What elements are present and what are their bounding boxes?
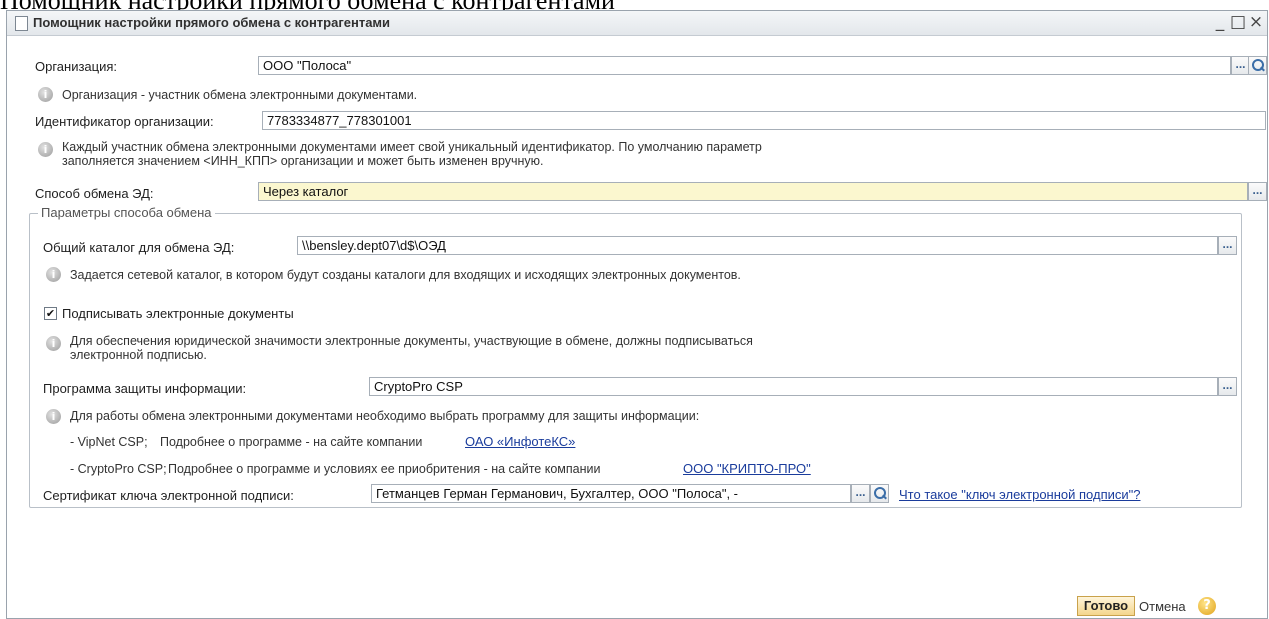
organization-label: Организация: bbox=[35, 59, 118, 74]
certificate-search-button[interactable] bbox=[870, 484, 889, 503]
certificate-select-button[interactable]: ... bbox=[851, 484, 870, 503]
organization-hint: Организация - участник обмена электронны… bbox=[62, 88, 418, 102]
info-icon: i bbox=[38, 142, 53, 157]
title-bar: Помощник настройки прямого обмена с конт… bbox=[7, 11, 1267, 36]
sign-hint-line1: Для обеспечения юридической значимости э… bbox=[70, 334, 753, 348]
sign-documents-label: Подписывать электронные документы bbox=[62, 306, 294, 321]
cryptopro-text: Подробнее о программе и условиях ее прио… bbox=[168, 462, 601, 476]
maximize-button[interactable]: □ bbox=[1229, 13, 1247, 31]
info-icon: i bbox=[38, 87, 53, 102]
close-button[interactable]: × bbox=[1247, 13, 1265, 31]
org-id-hint-line1: Каждый участник обмена электронными доку… bbox=[62, 140, 762, 154]
search-icon-handle bbox=[882, 494, 887, 500]
info-icon: i bbox=[46, 409, 61, 424]
certificate-label: Сертификат ключа электронной подписи: bbox=[43, 488, 294, 503]
crypto-program-label: Программа защиты информации: bbox=[43, 381, 247, 396]
cryptopro-link[interactable]: ООО "КРИПТО-ПРО" bbox=[683, 461, 811, 476]
vipnet-label: - VipNet CSP; bbox=[70, 435, 148, 449]
shared-dir-field[interactable]: \\bensley.dept07\d$\ОЭД bbox=[297, 236, 1218, 255]
crypto-hint: Для работы обмена электронными документа… bbox=[70, 409, 700, 423]
sign-documents-checkbox[interactable]: ✔ bbox=[44, 307, 57, 320]
shared-dir-select-button[interactable]: ... bbox=[1218, 236, 1237, 255]
exchange-method-field[interactable]: Через каталог bbox=[258, 182, 1248, 201]
org-id-hint-line2: заполняется значением <ИНН_КПП> организа… bbox=[62, 154, 544, 168]
vipnet-link[interactable]: ОАО «ИнфотеКС» bbox=[465, 434, 575, 449]
organization-search-button[interactable] bbox=[1248, 56, 1267, 75]
shared-dir-hint: Задается сетевой каталог, в котором буду… bbox=[70, 268, 741, 282]
crypto-program-select-button[interactable]: ... bbox=[1218, 377, 1237, 396]
done-button[interactable]: Готово bbox=[1077, 596, 1135, 616]
info-icon: i bbox=[46, 336, 61, 351]
vipnet-text: Подробнее о программе - на сайте компани… bbox=[160, 435, 423, 449]
organization-field[interactable]: ООО "Полоса" bbox=[258, 56, 1231, 75]
exchange-params-title: Параметры способа обмена bbox=[38, 205, 215, 220]
minimize-button[interactable]: _ bbox=[1211, 13, 1229, 31]
window-title: Помощник настройки прямого обмена с конт… bbox=[33, 15, 391, 30]
info-icon: i bbox=[46, 267, 61, 282]
shared-dir-label: Общий каталог для обмена ЭД: bbox=[43, 240, 235, 255]
org-id-label: Идентификатор организации: bbox=[35, 114, 214, 129]
exchange-method-select-button[interactable]: ... bbox=[1248, 182, 1267, 201]
sign-hint-line2: электронной подписью. bbox=[70, 348, 207, 362]
certificate-field[interactable]: Гетманцев Герман Германович, Бухгалтер, … bbox=[371, 484, 851, 503]
crypto-program-field[interactable]: CryptoPro CSP bbox=[369, 377, 1218, 396]
cryptopro-label: - CryptoPro CSP; bbox=[70, 462, 167, 476]
cancel-button[interactable]: Отмена bbox=[1139, 599, 1186, 614]
document-icon bbox=[15, 16, 28, 31]
search-icon-handle bbox=[1260, 66, 1265, 72]
help-icon[interactable]: ? bbox=[1198, 597, 1216, 615]
certificate-help-link[interactable]: Что такое "ключ электронной подписи"? bbox=[899, 487, 1141, 502]
org-id-field[interactable]: 7783334877_778301001 bbox=[262, 111, 1266, 130]
exchange-method-label: Способ обмена ЭД: bbox=[35, 186, 154, 201]
